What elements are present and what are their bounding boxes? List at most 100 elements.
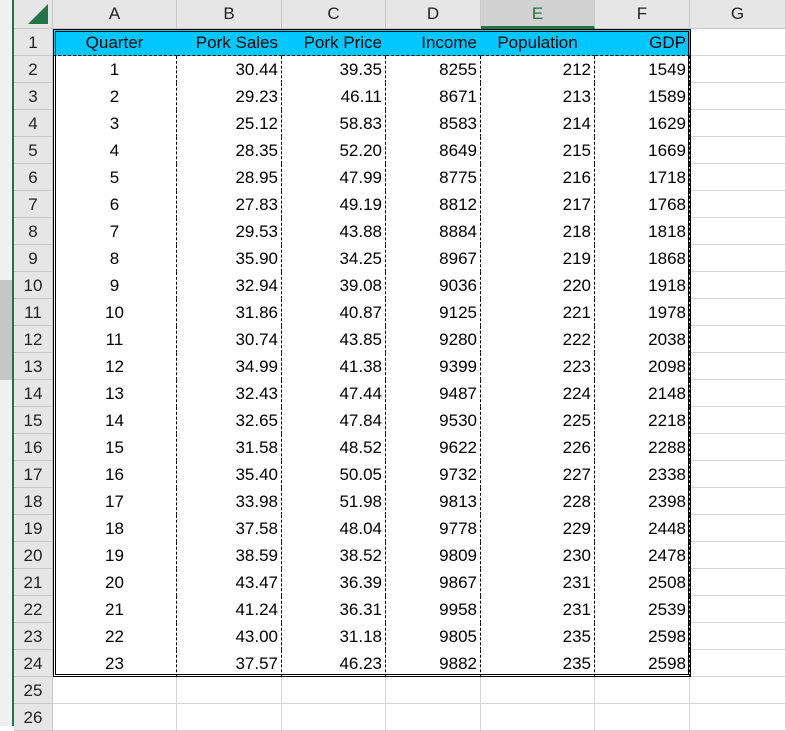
row-header-14[interactable]: 14 <box>14 380 53 407</box>
cell-pork-sales[interactable]: 32.65 <box>177 407 282 434</box>
empty-cell[interactable] <box>690 56 786 83</box>
empty-cell[interactable] <box>690 218 786 245</box>
cell-population[interactable]: 235 <box>481 650 595 677</box>
cell-quarter[interactable]: 5 <box>53 164 177 191</box>
empty-cell[interactable] <box>690 110 786 137</box>
cell-pork-price[interactable]: 34.25 <box>282 245 386 272</box>
cell-pork-sales[interactable]: 30.44 <box>177 56 282 83</box>
cell-quarter[interactable]: 12 <box>53 353 177 380</box>
cell-pork-sales[interactable]: 35.90 <box>177 245 282 272</box>
cell-income[interactable]: 9867 <box>386 569 481 596</box>
empty-cell[interactable] <box>690 623 786 650</box>
cell-pork-sales[interactable]: 29.23 <box>177 83 282 110</box>
cell-pork-sales[interactable]: 31.58 <box>177 434 282 461</box>
cell-quarter[interactable]: 23 <box>53 650 177 677</box>
cell-income[interactable]: 9809 <box>386 542 481 569</box>
cell-income[interactable]: 9778 <box>386 515 481 542</box>
empty-cell[interactable] <box>690 164 786 191</box>
cell-population[interactable]: 231 <box>481 596 595 623</box>
cell-population[interactable]: 219 <box>481 245 595 272</box>
cell-pork-sales[interactable]: 43.00 <box>177 623 282 650</box>
cell-gdp[interactable]: 1768 <box>595 191 690 218</box>
cell-quarter[interactable]: 22 <box>53 623 177 650</box>
empty-cell[interactable] <box>690 407 786 434</box>
cell-pork-price[interactable]: 43.85 <box>282 326 386 353</box>
cell-quarter[interactable]: 20 <box>53 569 177 596</box>
empty-cell[interactable] <box>481 677 595 704</box>
cell-gdp[interactable]: 2098 <box>595 353 690 380</box>
row-header-25[interactable]: 25 <box>14 677 53 704</box>
cell-income[interactable]: 9805 <box>386 623 481 650</box>
cell-income[interactable]: 9622 <box>386 434 481 461</box>
empty-cell[interactable] <box>595 677 690 704</box>
cell-gdp[interactable]: 1589 <box>595 83 690 110</box>
empty-cell[interactable] <box>690 569 786 596</box>
cell-pork-price[interactable]: 47.99 <box>282 164 386 191</box>
row-header-11[interactable]: 11 <box>14 299 53 326</box>
cell-gdp[interactable]: 1818 <box>595 218 690 245</box>
empty-cell[interactable] <box>690 704 786 731</box>
cell-pork-sales[interactable]: 41.24 <box>177 596 282 623</box>
cell-pork-sales[interactable]: 32.94 <box>177 272 282 299</box>
cell-population[interactable]: 229 <box>481 515 595 542</box>
cell-pork-price[interactable]: 40.87 <box>282 299 386 326</box>
cell-pork-price[interactable]: 39.35 <box>282 56 386 83</box>
empty-cell[interactable] <box>282 677 386 704</box>
cell-gdp[interactable]: 2539 <box>595 596 690 623</box>
empty-cell[interactable] <box>690 326 786 353</box>
empty-cell[interactable] <box>690 83 786 110</box>
cell-population[interactable]: 225 <box>481 407 595 434</box>
empty-cell[interactable] <box>690 677 786 704</box>
empty-cell[interactable] <box>690 353 786 380</box>
cell-population[interactable]: 217 <box>481 191 595 218</box>
column-header-c[interactable]: C <box>282 0 386 29</box>
column-header-g[interactable]: G <box>690 0 786 29</box>
row-header-19[interactable]: 19 <box>14 515 53 542</box>
row-header-8[interactable]: 8 <box>14 218 53 245</box>
cell-income[interactable]: 8775 <box>386 164 481 191</box>
cell-gdp[interactable]: 1978 <box>595 299 690 326</box>
cell-gdp[interactable]: 2148 <box>595 380 690 407</box>
cell-income[interactable]: 9958 <box>386 596 481 623</box>
row-header-17[interactable]: 17 <box>14 461 53 488</box>
cell-gdp[interactable]: 2448 <box>595 515 690 542</box>
empty-cell[interactable] <box>690 596 786 623</box>
row-header-12[interactable]: 12 <box>14 326 53 353</box>
cell-income[interactable]: 9125 <box>386 299 481 326</box>
row-header-24[interactable]: 24 <box>14 650 53 677</box>
cell-gdp[interactable]: 2038 <box>595 326 690 353</box>
row-header-3[interactable]: 3 <box>14 83 53 110</box>
row-header-20[interactable]: 20 <box>14 542 53 569</box>
row-header-9[interactable]: 9 <box>14 245 53 272</box>
cell-gdp[interactable]: 2218 <box>595 407 690 434</box>
column-header-d[interactable]: D <box>386 0 481 29</box>
cell-income[interactable]: 8671 <box>386 83 481 110</box>
cell-quarter[interactable]: 7 <box>53 218 177 245</box>
cell-gdp[interactable]: 1918 <box>595 272 690 299</box>
cell-population[interactable]: 216 <box>481 164 595 191</box>
select-all-button[interactable] <box>14 0 53 29</box>
cell-pork-price[interactable]: 48.52 <box>282 434 386 461</box>
column-header-e[interactable]: E <box>481 0 595 29</box>
cell-pork-sales[interactable]: 32.43 <box>177 380 282 407</box>
row-header-2[interactable]: 2 <box>14 56 53 83</box>
cell-population[interactable]: 214 <box>481 110 595 137</box>
cell-quarter[interactable]: 8 <box>53 245 177 272</box>
row-header-22[interactable]: 22 <box>14 596 53 623</box>
cell-population[interactable]: 235 <box>481 623 595 650</box>
cell-pork-price[interactable]: 31.18 <box>282 623 386 650</box>
cell-income[interactable]: 8255 <box>386 56 481 83</box>
cell-pork-price[interactable]: 47.44 <box>282 380 386 407</box>
cell-pork-sales[interactable]: 25.12 <box>177 110 282 137</box>
header-cell-quarter[interactable]: Quarter <box>53 29 177 56</box>
cell-quarter[interactable]: 6 <box>53 191 177 218</box>
cell-quarter[interactable]: 21 <box>53 596 177 623</box>
cell-quarter[interactable]: 1 <box>53 56 177 83</box>
cell-income[interactable]: 8884 <box>386 218 481 245</box>
cell-gdp[interactable]: 1549 <box>595 56 690 83</box>
cell-population[interactable]: 215 <box>481 137 595 164</box>
empty-cell[interactable] <box>481 704 595 731</box>
cell-population[interactable]: 223 <box>481 353 595 380</box>
cell-quarter[interactable]: 2 <box>53 83 177 110</box>
row-header-13[interactable]: 13 <box>14 353 53 380</box>
